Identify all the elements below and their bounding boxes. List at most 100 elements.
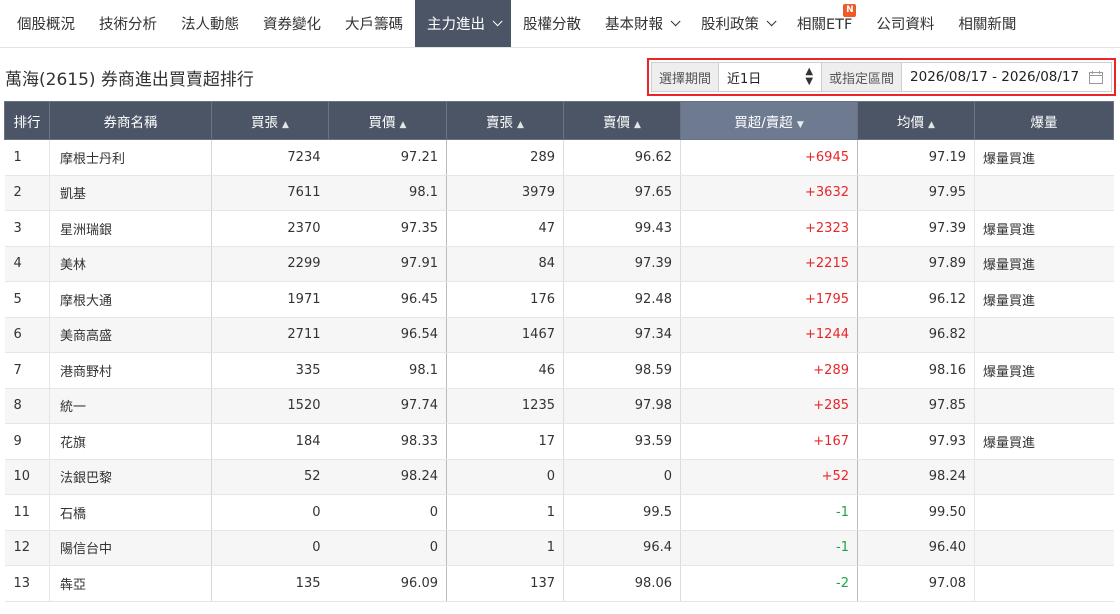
- nav-item-label: 個股概況: [17, 17, 75, 33]
- buy-price-cell: 97.74: [328, 388, 447, 424]
- avg-price-cell: 98.16: [857, 352, 975, 389]
- table-row: 5 摩根大通 1971 96.45 176 92.48 +1795 96.12 爆量買進: [4, 281, 1114, 318]
- sell-price-cell: 93.59: [563, 423, 681, 460]
- nav-item-label: 資券變化: [263, 17, 321, 33]
- avg-price-cell: 96.12: [857, 281, 975, 318]
- sell-qty-cell: 47: [446, 210, 564, 247]
- col-header-label: 排行: [13, 114, 41, 131]
- buy-qty-cell: 0: [211, 530, 329, 566]
- date-range-input[interactable]: 2026/08/17 - 2026/08/17: [902, 63, 1111, 91]
- net-cell: +1795: [680, 281, 858, 318]
- broker-ranking-table: 排行 券商名稱 買張 ▲︎ 買價 ▲︎ 賣張 ▲︎ 賣價 ▲︎ 買超/賣超 ▼ 均價 ▲︎ …: [4, 101, 1114, 602]
- broker-name-cell[interactable]: 法銀巴黎: [49, 459, 212, 495]
- broker-name-cell[interactable]: 犇亞: [49, 565, 212, 602]
- nav-item-overview[interactable]: 個股概況: [0, 0, 87, 47]
- period-select[interactable]: 近1日 ▲ ▼: [719, 63, 823, 91]
- buy-qty-cell: 1520: [211, 388, 329, 424]
- broker-name-cell[interactable]: 摩根士丹利: [49, 139, 212, 176]
- broker-name-cell[interactable]: 陽信台中: [49, 530, 212, 566]
- col-header-buy-qty[interactable]: 買張 ▲︎: [211, 101, 329, 140]
- table-row: 13 犇亞 135 96.09 137 98.06 -2 97.08: [4, 565, 1114, 602]
- nav-item-dividend[interactable]: 股利政策: [689, 0, 785, 47]
- avg-price-cell: 96.82: [857, 317, 975, 353]
- sell-qty-cell: 1467: [446, 317, 564, 353]
- table-row: 9 花旗 184 98.33 17 93.59 +167 97.93 爆量買進: [4, 423, 1114, 460]
- broker-name-cell[interactable]: 統一: [49, 388, 212, 424]
- sell-qty-cell: 137: [446, 565, 564, 602]
- col-header-sell-price[interactable]: 賣價 ▲︎: [563, 101, 681, 140]
- nav-item-main-force[interactable]: 主力進出: [415, 0, 511, 47]
- net-cell: +285: [680, 388, 858, 424]
- col-header-net[interactable]: 買超/賣超 ▼: [680, 101, 858, 140]
- buy-price-cell: 97.35: [328, 210, 447, 247]
- nav-item-institutional[interactable]: 法人動態: [169, 0, 251, 47]
- burst-cell: 爆量買進: [974, 352, 1114, 389]
- sell-qty-cell: 1: [446, 530, 564, 566]
- table-row: 8 統一 1520 97.74 1235 97.98 +285 97.85: [4, 388, 1114, 424]
- broker-name-cell[interactable]: 美商高盛: [49, 317, 212, 353]
- nav-item-financials[interactable]: 基本財報: [593, 0, 689, 47]
- buy-qty-cell: 7611: [211, 175, 329, 211]
- broker-name-cell[interactable]: 凱基: [49, 175, 212, 211]
- sell-price-cell: 99.5: [563, 494, 681, 531]
- nav-item-label: 基本財報: [605, 17, 663, 33]
- broker-name-cell[interactable]: 港商野村: [49, 352, 212, 389]
- avg-price-cell: 97.95: [857, 175, 975, 211]
- net-cell: +52: [680, 459, 858, 495]
- sell-qty-cell: 1235: [446, 388, 564, 424]
- sell-price-cell: 96.4: [563, 530, 681, 566]
- table-row: 7 港商野村 335 98.1 46 98.59 +289 98.16 爆量買進: [4, 352, 1114, 389]
- new-badge: N: [843, 4, 857, 17]
- sell-qty-cell: 84: [446, 246, 564, 282]
- nav-item-etf[interactable]: 相關ETF N: [785, 0, 864, 47]
- date-range-value: 2026/08/17 - 2026/08/17: [910, 69, 1080, 85]
- buy-price-cell: 98.33: [328, 423, 447, 460]
- rank-cell: 9: [4, 423, 50, 460]
- col-header-sell-qty[interactable]: 賣張 ▲︎: [446, 101, 564, 140]
- table-row: 3 星洲瑞銀 2370 97.35 47 99.43 +2323 97.39 爆量買進: [4, 210, 1114, 247]
- table-row: 1 摩根士丹利 7234 97.21 289 96.62 +6945 97.19 爆量買進: [4, 139, 1114, 176]
- nav-item-margin[interactable]: 資券變化: [251, 0, 333, 47]
- page-title: 萬海(2615) 券商進出買賣超排行: [5, 70, 254, 90]
- col-header-label: 買張: [251, 114, 279, 131]
- nav-item-shareholding[interactable]: 股權分散: [511, 0, 593, 47]
- period-select-value: 近1日: [727, 71, 762, 87]
- nav-item-major-holders[interactable]: 大戶籌碼: [333, 0, 415, 47]
- sell-price-cell: 0: [563, 459, 681, 495]
- burst-cell: 爆量買進: [974, 210, 1114, 247]
- col-header-label: 買超/賣超: [734, 114, 793, 131]
- broker-name-cell[interactable]: 美林: [49, 246, 212, 282]
- buy-price-cell: 97.91: [328, 246, 447, 282]
- sell-qty-cell: 17: [446, 423, 564, 460]
- col-header-label: 爆量: [1030, 114, 1058, 131]
- broker-name-cell[interactable]: 石橋: [49, 494, 212, 531]
- rank-cell: 6: [4, 317, 50, 353]
- nav-item-news[interactable]: 相關新聞: [946, 0, 1028, 47]
- buy-price-cell: 96.45: [328, 281, 447, 318]
- avg-price-cell: 97.19: [857, 139, 975, 176]
- sell-price-cell: 97.34: [563, 317, 681, 353]
- burst-cell: [974, 175, 1114, 211]
- burst-cell: [974, 565, 1114, 602]
- select-arrows-icon: ▲ ▼: [805, 66, 814, 87]
- col-header-avg[interactable]: 均價 ▲︎: [857, 101, 975, 140]
- nav-item-label: 法人動態: [181, 17, 239, 33]
- broker-name-cell[interactable]: 花旗: [49, 423, 212, 460]
- buy-qty-cell: 2370: [211, 210, 329, 247]
- buy-qty-cell: 184: [211, 423, 329, 460]
- avg-price-cell: 98.24: [857, 459, 975, 495]
- buy-qty-cell: 1971: [211, 281, 329, 318]
- sell-qty-cell: 46: [446, 352, 564, 389]
- avg-price-cell: 96.40: [857, 530, 975, 566]
- nav-item-company[interactable]: 公司資料: [864, 0, 946, 47]
- col-header-label: 買價: [368, 114, 396, 131]
- broker-name-cell[interactable]: 星洲瑞銀: [49, 210, 212, 247]
- chevron-down-icon: [670, 16, 681, 27]
- nav-item-technical[interactable]: 技術分析: [87, 0, 169, 47]
- col-header-broker: 券商名稱: [49, 101, 212, 140]
- broker-name-cell[interactable]: 摩根大通: [49, 281, 212, 318]
- burst-cell: [974, 317, 1114, 353]
- sell-price-cell: 97.98: [563, 388, 681, 424]
- sort-icon: ▲︎: [517, 119, 524, 130]
- col-header-buy-price[interactable]: 買價 ▲︎: [328, 101, 447, 140]
